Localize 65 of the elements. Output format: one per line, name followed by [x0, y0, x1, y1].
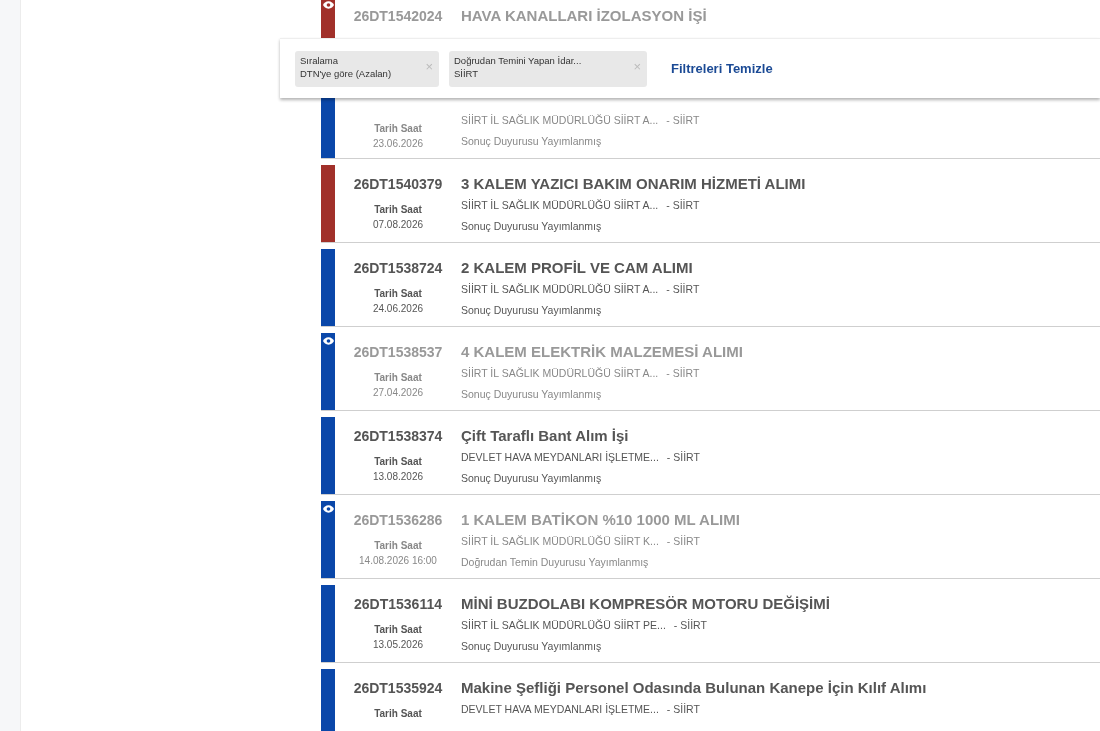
- result-card[interactable]: 26DT1538374 Tarih Saat 13.08.2026 Çift Taraflı Bant Alım İşi DEVLET HAVA MEYDANLARI İŞLETME... - SİİRT Sonuç Duyurusu Yayımlanmış: [321, 417, 1100, 495]
- city-text: - SİİRT: [666, 199, 700, 211]
- tender-title[interactable]: 2 KALEM PROFİL VE CAM ALIMI: [461, 259, 700, 276]
- date-text: 13.08.2026: [372, 471, 424, 482]
- filter-chip[interactable]: Doğrudan Temini Yapan İdar... SİİRT ×: [449, 50, 647, 87]
- tender-number: 26DT1538374: [353, 428, 443, 444]
- result-card[interactable]: 26DT1536114 Tarih Saat 13.05.2026 MİNİ BUZDOLABI KOMPRESÖR MOTORU DEĞİŞİMİ SİİRT İL SAĞLIK MÜDÜRLÜĞÜ SİİRT PE... - SİİRT Sonuç Duyurusu Yayımlanmış: [321, 585, 1100, 663]
- result-card[interactable]: Tarih Saat 23.06.2026 SİİRT İL SAĞLIK MÜDÜRLÜĞÜ SİİRT A... - SİİRT Sonuç Duyurusu Yayımlanmış: [321, 98, 1100, 159]
- result-card[interactable]: 26DT1540379 Tarih Saat 07.08.2026 3 KALEM YAZICI BAKIM ONARIM HİZMETİ ALIMI SİİRT İL SAĞLIK MÜDÜRLÜĞÜ SİİRT A... - SİİRT Sonuç Duyurusu Yayımlanmış: [321, 165, 1100, 243]
- city-text: - SİİRT: [666, 114, 700, 126]
- date-label: Tarih Saat: [374, 624, 422, 635]
- status-text: Sonuç Duyurusu Yayımlanmış: [461, 135, 603, 147]
- filter-label: Doğrudan Temini Yapan İdar...: [454, 54, 582, 66]
- date-label: Tarih Saat: [374, 204, 422, 215]
- date-text: 23.06.2026: [372, 138, 424, 149]
- tender-title[interactable]: Çift Taraflı Bant Alım İşi: [461, 427, 700, 444]
- result-card[interactable]: 26DT1538724 Tarih Saat 24.06.2026 2 KALEM PROFİL VE CAM ALIMI SİİRT İL SAĞLIK MÜDÜRLÜĞÜ SİİRT A... - SİİRT Sonuç Duyurusu Yayımlanmış: [321, 249, 1100, 327]
- city-text: - SİİRT: [666, 451, 700, 463]
- city-text: - SİİRT: [666, 703, 700, 715]
- tender-number: 26DT1542024: [353, 8, 443, 24]
- tender-number: 26DT1538537: [353, 344, 443, 360]
- status-text: Sonuç Duyurusu Yayımlanmış: [461, 220, 603, 232]
- filter-value: SİİRT: [454, 67, 480, 79]
- city-text: - SİİRT: [666, 283, 700, 295]
- date-label: Tarih Saat: [374, 372, 422, 383]
- filter-value: DTN'ye göre (Azalan): [300, 67, 392, 79]
- organization-text: SİİRT İL SAĞLIK MÜDÜRLÜĞÜ SİİRT K...: [461, 535, 659, 547]
- date-label: Tarih Saat: [374, 540, 422, 551]
- status-text: Sonuç Duyurusu Yayımlanmış: [461, 472, 603, 484]
- city-text: - SİİRT: [666, 535, 700, 547]
- tender-title[interactable]: 3 KALEM YAZICI BAKIM ONARIM HİZMETİ ALIMI: [461, 175, 806, 192]
- organization-text: SİİRT İL SAĞLIK MÜDÜRLÜĞÜ SİİRT PE...: [461, 619, 666, 631]
- date-label: Tarih Saat: [374, 708, 422, 719]
- organization-text: DEVLET HAVA MEYDANLARI İŞLETME...: [461, 703, 659, 715]
- date-text: 14.08.2026 16:00: [359, 555, 437, 566]
- status-text: Doğrudan Temin Duyurusu Yayımlanmış: [461, 556, 650, 568]
- city-text: - SİİRT: [673, 619, 707, 631]
- organization-text: SİİRT İL SAĞLIK MÜDÜRLÜĞÜ SİİRT A...: [461, 199, 659, 211]
- clear-filters-link[interactable]: Filtreleri Temizle: [671, 61, 773, 76]
- organization-text: SİİRT İL SAĞLIK MÜDÜRLÜĞÜ SİİRT A...: [461, 367, 659, 379]
- date-text: 07.08.2026: [372, 219, 424, 230]
- tender-title[interactable]: MİNİ BUZDOLABI KOMPRESÖR MOTORU DEĞİŞİMİ: [461, 595, 830, 612]
- city-text: - SİİRT: [666, 367, 700, 379]
- result-card[interactable]: 26DT1538537 Tarih Saat 27.04.2026 4 KALEM ELEKTRİK MALZEMESİ ALIMI SİİRT İL SAĞLIK MÜDÜRLÜĞÜ SİİRT A... - SİİRT Sonuç Duyurusu Yayımlanmış: [321, 333, 1100, 411]
- status-text: Sonuç Duyurusu Yayımlanmış: [461, 388, 603, 400]
- tender-number: 26DT1535924: [353, 680, 443, 696]
- tender-number: 26DT1536286: [353, 512, 443, 528]
- status-text: Sonuç Duyurusu Yayımlanmış: [461, 640, 603, 652]
- tender-number: 26DT1538724: [353, 260, 443, 276]
- filter-label: Sıralama: [300, 54, 339, 66]
- tender-number: 26DT1536114: [354, 596, 442, 612]
- tender-number: 26DT1540379: [353, 176, 443, 192]
- organization-text: SİİRT İL SAĞLIK MÜDÜRLÜĞÜ SİİRT A...: [461, 283, 659, 295]
- tender-title[interactable]: Makine Şefliği Personel Odasında Bulunan Kanepe İçin Kılıf Alımı: [461, 679, 927, 696]
- status-text: Sonuç Duyurusu Yayımlanmış: [461, 304, 603, 316]
- date-label: Tarih Saat: [374, 288, 422, 299]
- filter-chip[interactable]: Sıralama DTN'ye göre (Azalan) ×: [295, 50, 439, 87]
- date-text: 13.05.2026: [372, 639, 424, 650]
- date-text: 27.04.2026: [372, 387, 424, 398]
- date-label: Tarih Saat: [374, 123, 422, 134]
- date-label: Tarih Saat: [374, 456, 422, 467]
- organization-text: DEVLET HAVA MEYDANLARI İŞLETME...: [461, 451, 659, 463]
- date-text: 24.06.2026: [372, 303, 424, 314]
- result-card[interactable]: 26DT1536286 Tarih Saat 14.08.2026 16:00 1 KALEM BATİKON %10 1000 ML ALIMI SİİRT İL SAĞLIK MÜDÜRLÜĞÜ SİİRT K... - SİİRT Doğrudan Temin Duyurusu Yayımlanmış: [321, 501, 1100, 579]
- organization-text: SİİRT İL SAĞLIK MÜDÜRLÜĞÜ SİİRT A...: [461, 114, 659, 126]
